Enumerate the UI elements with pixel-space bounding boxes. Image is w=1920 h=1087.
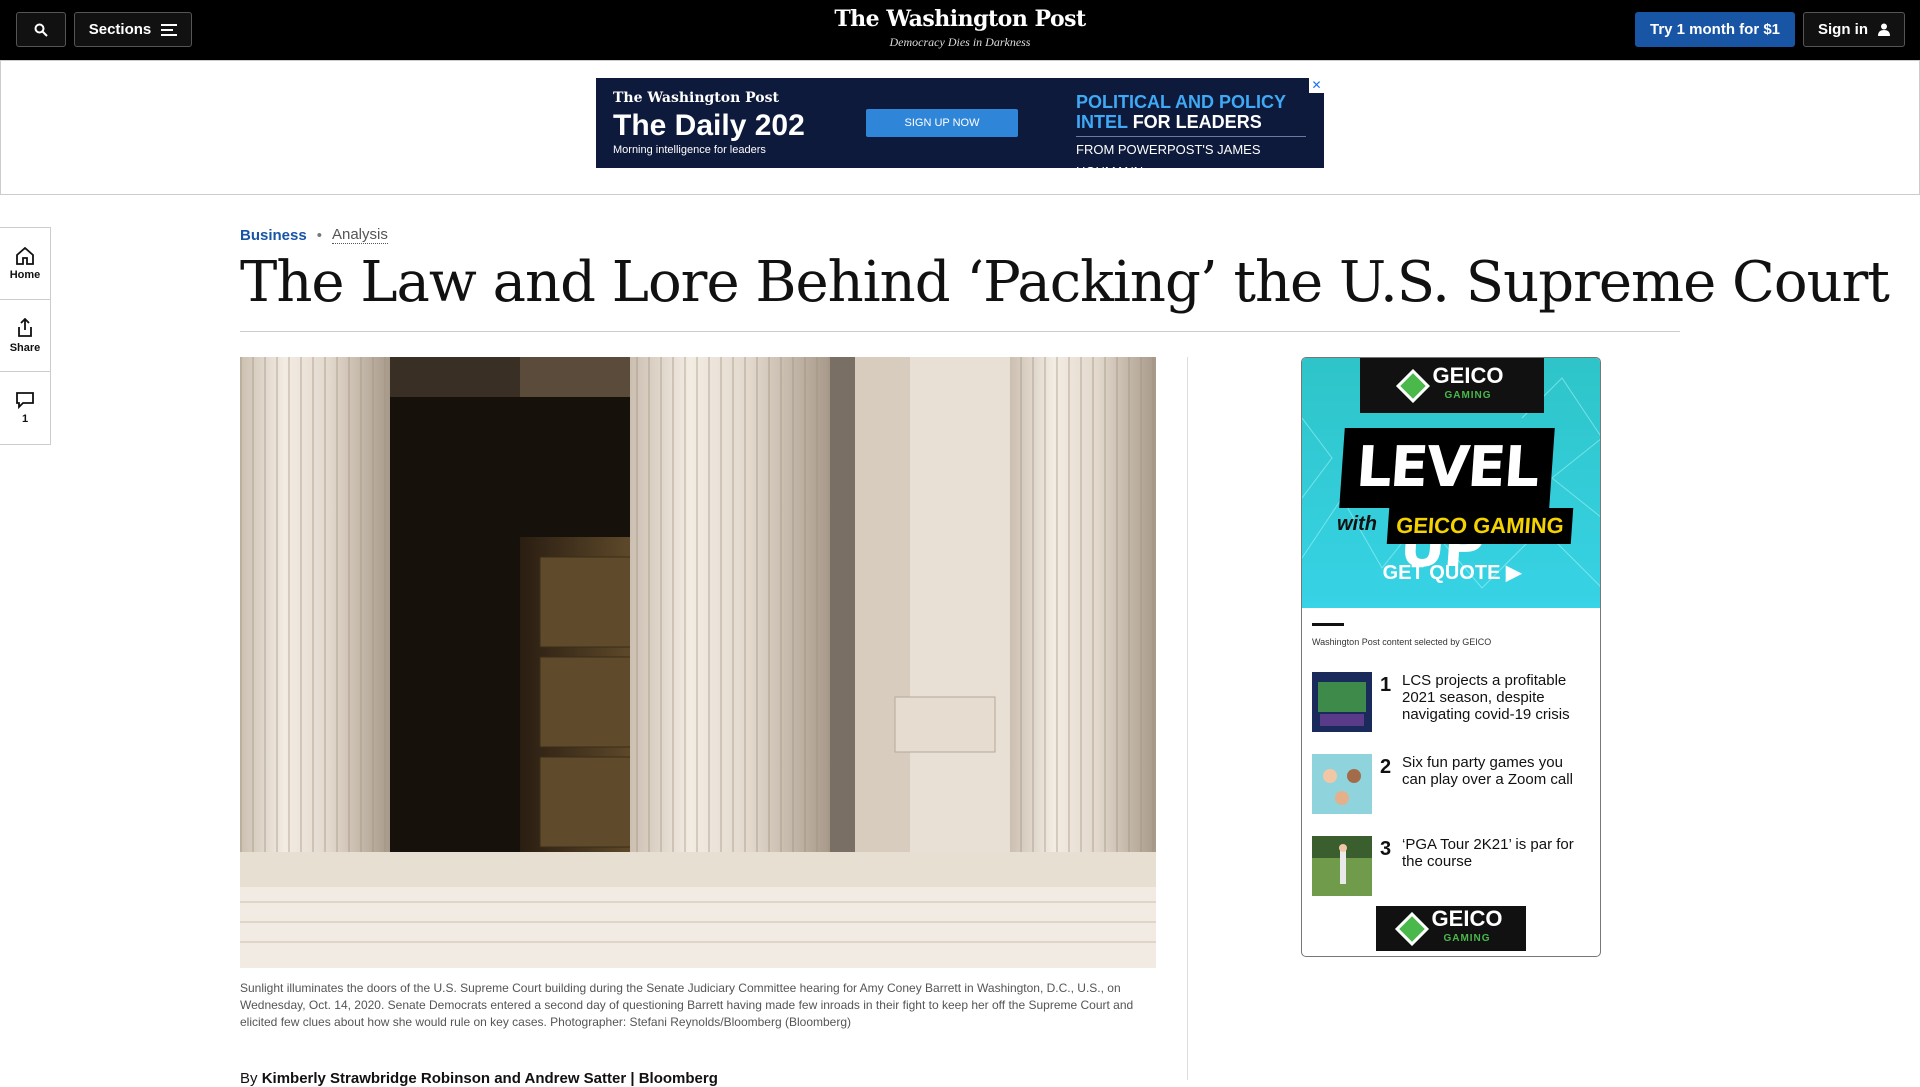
geico-logo-text: GEICO GAMING (1431, 905, 1503, 949)
section-link[interactable]: Business (240, 227, 307, 244)
geico-word: GEICO (1431, 905, 1503, 931)
geico-word: GEICO (1432, 362, 1504, 388)
column-divider (1187, 357, 1188, 1080)
lead-photo[interactable] (240, 357, 1156, 968)
rail-share-label: Share (9, 341, 41, 354)
ad-headline: POLITICAL AND POLICY INTEL FOR LEADERS (1076, 92, 1306, 132)
with-text: with (1337, 513, 1377, 535)
ad-subtitle: Morning intelligence for leaders (613, 144, 766, 156)
level-up-text: LEVEL UP (1339, 428, 1555, 580)
rail-share[interactable]: Share (0, 300, 50, 372)
story-title[interactable]: LCS projects a profitable 2021 season, d… (1402, 672, 1582, 723)
sponsored-story-3[interactable]: 3 ‘PGA Tour 2K21’ is par for the course (1312, 836, 1592, 898)
daily-202-banner-ad[interactable]: ✕ The Washington Post The Daily 202 Morn… (596, 78, 1324, 168)
golf-thumbnail (1312, 836, 1372, 896)
sponsored-story-1[interactable]: 1 LCS projects a profitable 2021 season,… (1312, 672, 1592, 734)
gaming-word: GAMING (1444, 389, 1492, 401)
sponsor-accent-bar (1312, 623, 1344, 626)
geico-gaming-text: GEICO GAMING (1386, 508, 1574, 544)
analysis-label[interactable]: Analysis (331, 226, 388, 244)
story-rank: 1 (1380, 674, 1392, 696)
sections-menu-button[interactable]: Sections (74, 12, 192, 47)
rail-comments[interactable]: 1 (0, 372, 50, 444)
headline-divider (240, 331, 1680, 332)
story-rank: 2 (1380, 756, 1392, 778)
byline-authors[interactable]: Kimberly Strawbridge Robinson and Andrew… (262, 1070, 718, 1087)
rail-home-label: Home (9, 268, 41, 281)
masthead-tagline: Democracy Dies in Darkness (889, 35, 1031, 49)
top-navigation-bar: Sections The Washington Post Democracy D… (0, 0, 1920, 60)
home-icon (16, 246, 34, 265)
geico-gaming-logo-bottom[interactable]: GEICO GAMING (1376, 906, 1526, 951)
menu-icon (161, 23, 178, 36)
zoom-party-thumbnail (1312, 754, 1372, 814)
sponsored-story-2[interactable]: 2 Six fun party games you can play over … (1312, 754, 1592, 816)
ad-close-icon[interactable]: ✕ (1309, 78, 1324, 93)
article-kicker: Business • Analysis (240, 226, 388, 244)
geico-sponsored-module: GEICO GAMING LEVEL UP with GEICO GAMING G… (1301, 357, 1601, 957)
story-title[interactable]: ‘PGA Tour 2K21’ is par for the course (1402, 836, 1582, 870)
search-icon (34, 23, 48, 37)
masthead-logo[interactable]: The Washington Post (760, 6, 1160, 32)
share-icon (18, 317, 32, 337)
ad-headline-white: FOR LEADERS (1132, 112, 1262, 132)
supreme-court-columns-image (240, 357, 1156, 968)
ad-brand: The Washington Post (613, 90, 779, 106)
article-headline: The Law and Lore Behind ‘Packing’ the U.… (240, 250, 1890, 315)
ad-title: The Daily 202 (613, 109, 805, 142)
kicker-separator: • (316, 226, 322, 244)
subscribe-offer-button[interactable]: Try 1 month for $1 (1635, 12, 1795, 47)
story-rank: 3 (1380, 838, 1392, 860)
masthead[interactable]: The Washington Post Democracy Dies in Da… (760, 6, 1160, 50)
geico-logo-text: GEICO GAMING (1432, 362, 1504, 406)
photo-caption: Sunlight illuminates the doors of the U.… (240, 981, 1134, 1029)
side-rail: Home Share 1 (0, 227, 51, 445)
sections-label: Sections (88, 21, 152, 38)
geico-diamond-icon (1394, 911, 1429, 946)
user-icon (1878, 23, 1890, 36)
byline: By Kimberly Strawbridge Robinson and And… (240, 1070, 718, 1087)
geico-level-up-ad[interactable]: GEICO GAMING LEVEL UP with GEICO GAMING G… (1302, 358, 1600, 608)
sponsor-note: Washington Post content selected by GEIC… (1312, 637, 1492, 647)
byline-prefix: By (240, 1070, 258, 1087)
ad-signup-button[interactable]: SIGN UP NOW (866, 109, 1018, 137)
ad-from-text: FROM POWERPOST'S JAMES HOHMANN (1076, 142, 1261, 168)
sign-in-label: Sign in (1818, 21, 1868, 38)
geico-diamond-icon (1395, 368, 1430, 403)
rail-home[interactable]: Home (0, 228, 50, 300)
gaming-word: GAMING (1443, 932, 1491, 944)
comment-icon (16, 392, 34, 409)
comment-count: 1 (21, 413, 29, 425)
story-title[interactable]: Six fun party games you can play over a … (1402, 754, 1582, 788)
geico-gaming-logo: GEICO GAMING (1360, 358, 1544, 413)
search-button[interactable] (16, 12, 66, 47)
ad-divider (1076, 136, 1306, 137)
esports-thumbnail (1312, 672, 1372, 732)
get-quote-button[interactable]: GET QUOTE ▶ (1302, 560, 1600, 585)
sign-in-button[interactable]: Sign in (1803, 12, 1905, 47)
